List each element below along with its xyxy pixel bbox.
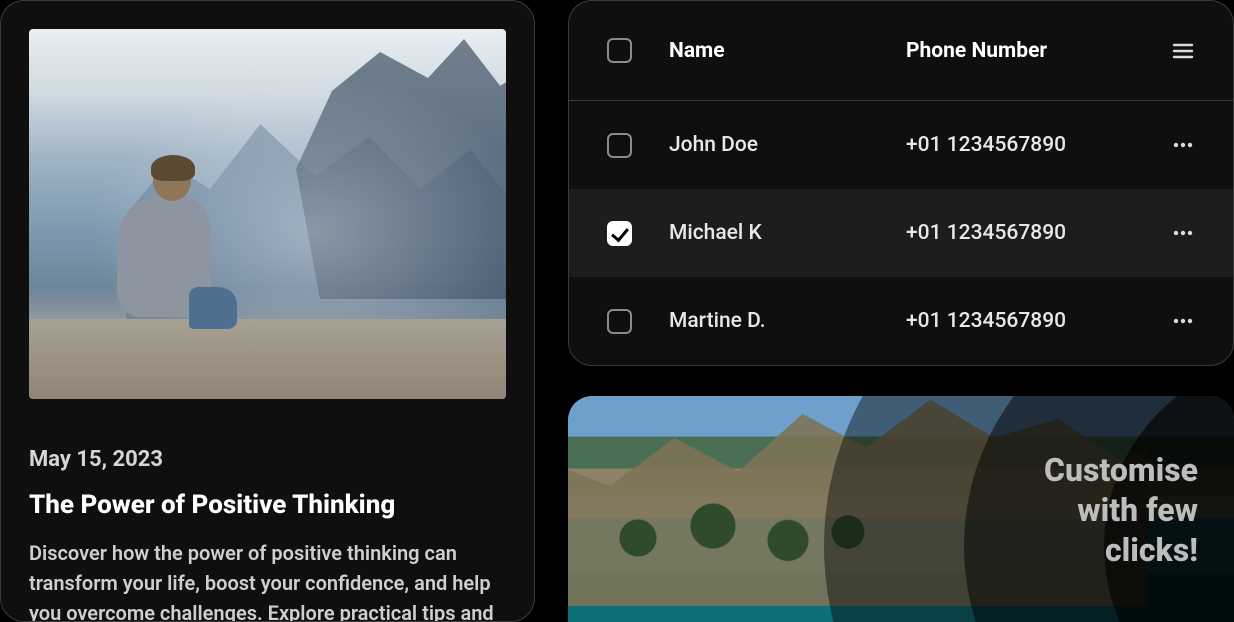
cell-name: Michael K [669,221,906,245]
article-date: May 15, 2023 [29,447,506,472]
table-row[interactable]: Michael K +01 1234567890 [569,189,1233,277]
table-row[interactable]: John Doe +01 1234567890 [569,101,1233,189]
more-horizontal-icon [1171,221,1195,245]
table-header-row: Name Phone Number [569,1,1233,101]
hamburger-icon [1171,39,1195,63]
cell-name: John Doe [669,133,906,157]
article-card: May 15, 2023 The Power of Positive Think… [0,0,535,622]
select-all-checkbox[interactable] [607,38,632,63]
cell-phone: +01 1234567890 [906,309,1143,333]
row-actions-button[interactable] [1143,221,1223,245]
column-header-phone[interactable]: Phone Number [906,39,1143,63]
contacts-table: Name Phone Number John Doe +01 123456789… [568,0,1234,366]
row-checkbox[interactable] [607,221,632,246]
more-horizontal-icon [1171,133,1195,157]
more-horizontal-icon [1171,309,1195,333]
cell-phone: +01 1234567890 [906,133,1143,157]
column-header-name[interactable]: Name [669,39,906,63]
promo-headline: Customise with few clicks! [1018,450,1198,570]
cell-name: Martine D. [669,309,906,333]
article-hero-image [29,29,506,399]
promo-card[interactable]: Customise with few clicks! [568,396,1234,622]
row-actions-button[interactable] [1143,133,1223,157]
row-actions-button[interactable] [1143,309,1223,333]
row-checkbox[interactable] [607,309,632,334]
cell-phone: +01 1234567890 [906,221,1143,245]
article-excerpt: Discover how the power of positive think… [29,538,506,622]
row-checkbox[interactable] [607,133,632,158]
table-menu-button[interactable] [1143,39,1223,63]
table-row[interactable]: Martine D. +01 1234567890 [569,277,1233,365]
article-title: The Power of Positive Thinking [29,490,506,520]
